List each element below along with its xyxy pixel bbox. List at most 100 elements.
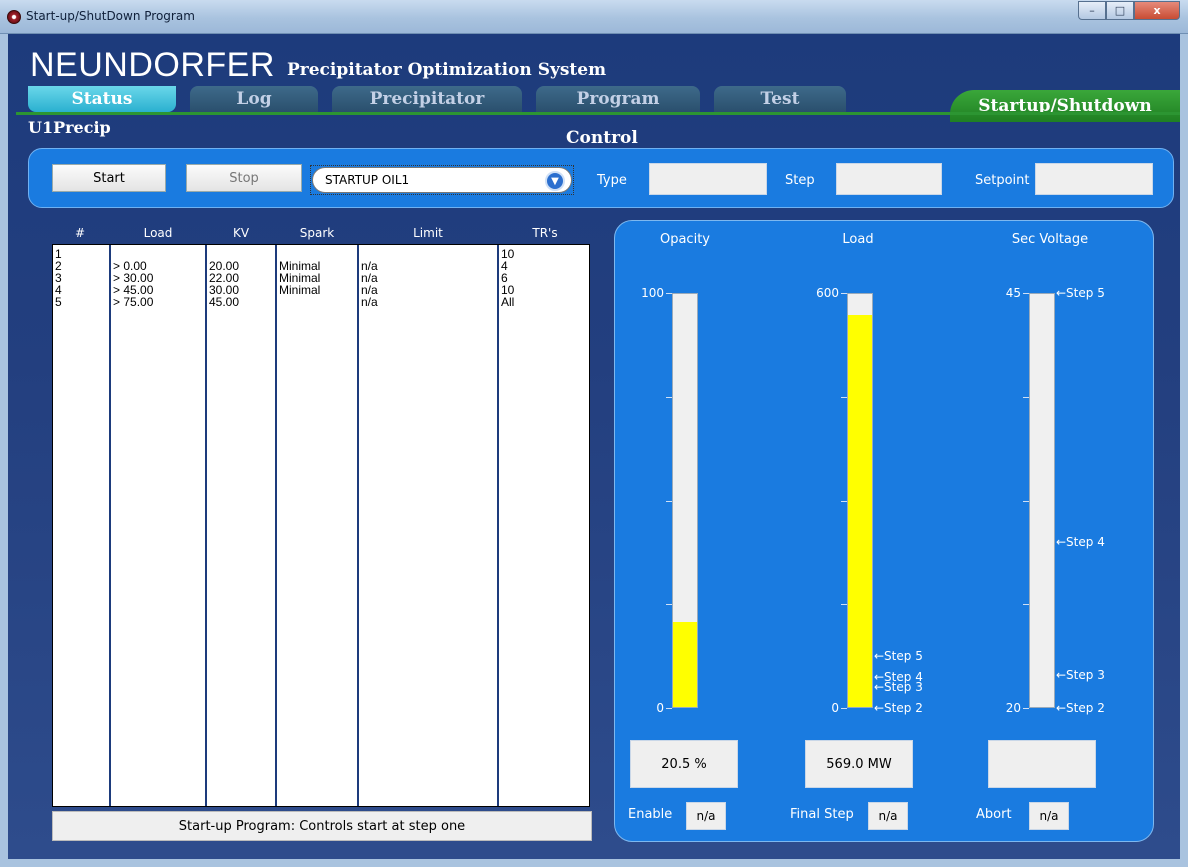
table-cell: 4 (55, 284, 62, 296)
table-cell (209, 248, 275, 260)
sec-voltage-readout (988, 740, 1096, 788)
sec-voltage-title: Sec Voltage (1011, 232, 1089, 247)
tab-program[interactable]: Program (536, 86, 700, 112)
minimize-icon[interactable]: – (1078, 1, 1106, 20)
gauge-tick (1023, 708, 1029, 709)
enable-label: Enable (628, 807, 673, 822)
abort-value: n/a (1029, 802, 1069, 830)
unit-name: U1Precip (28, 118, 111, 137)
load-title: Load (842, 232, 874, 247)
table-cell (361, 248, 497, 260)
opacity-title: Opacity (659, 232, 710, 247)
load-readout: 569.0 MW (805, 740, 913, 788)
brand-logo: NEUNDORFER (30, 46, 275, 84)
setpoint-label: Setpoint (975, 173, 1030, 188)
gauge-tick (841, 293, 847, 294)
tab-log[interactable]: Log (190, 86, 318, 112)
table-cell: 20.00 (209, 260, 240, 272)
table-cell: 5 (55, 296, 62, 308)
table-cell: n/a (361, 260, 378, 272)
load-fill (848, 315, 872, 707)
table-cell: Minimal (279, 260, 321, 272)
gauge-max-label: 100 (641, 286, 664, 300)
table-cell: > 0.00 (113, 260, 147, 272)
setpoint-field (1035, 163, 1153, 195)
step-field (836, 163, 942, 195)
gauge-tick (666, 500, 672, 502)
final-step-label: Final Step (790, 807, 854, 822)
enable-value: n/a (686, 802, 726, 830)
table-cell: Minimal (279, 272, 321, 284)
table-column-limit: n/a n/a n/a n/a (359, 245, 499, 806)
table-column-trs: 10 4 6 10 All (499, 245, 589, 806)
title-bar: Start-up/ShutDown Program – □ x (0, 0, 1188, 34)
gauge-tick (1023, 396, 1029, 398)
tab-status[interactable]: Status (28, 86, 176, 112)
table-cell: > 45.00 (113, 284, 154, 296)
step-marker: ←Step 5 (874, 649, 923, 664)
gauge-min-label: 20 (1005, 701, 1021, 715)
table-cell (279, 296, 357, 308)
table-cell: n/a (361, 296, 378, 308)
start-button[interactable]: Start (52, 164, 166, 192)
table-column-spark: Minimal Minimal Minimal (277, 245, 359, 806)
table-cell: 1 (55, 248, 62, 260)
tab-precipitator[interactable]: Precipitator (332, 86, 522, 112)
table-cell: 45.00 (209, 296, 240, 308)
tab-test[interactable]: Test (714, 86, 846, 112)
stop-button[interactable]: Stop (186, 164, 302, 192)
step-marker: ←Step 2 (1056, 701, 1105, 715)
opacity-bar (672, 293, 698, 708)
gauge-tick (1023, 293, 1029, 294)
tab-startup-shutdown[interactable]: Startup/Shutdown (950, 90, 1180, 122)
col-header-trs: TR's (532, 226, 558, 240)
opacity-readout: 20.5 % (630, 740, 738, 788)
type-label: Type (597, 173, 627, 188)
table-cell: 3 (55, 272, 62, 284)
step-marker: ←Step 3 (1056, 667, 1105, 682)
gauge-tick (666, 293, 672, 294)
gauge-tick (666, 708, 672, 709)
table-cell: Minimal (279, 284, 321, 296)
table-cell: 4 (501, 260, 508, 272)
window-controls: – □ x (1078, 1, 1180, 20)
control-heading: Control (566, 128, 638, 148)
program-select-value: STARTUP OIL1 (312, 167, 572, 193)
gauge-tick (841, 604, 847, 606)
table-cell: n/a (361, 284, 378, 296)
gauge-max-label: 600 (816, 286, 839, 300)
sec-voltage-bar (1029, 293, 1055, 708)
table-cell: > 30.00 (113, 272, 154, 284)
chevron-down-icon[interactable]: ▼ (545, 171, 565, 191)
table-column-load: > 0.00 > 30.00 > 45.00 > 75.00 (111, 245, 207, 806)
gauge-tick (1023, 604, 1029, 606)
table-cell (279, 248, 357, 260)
program-select[interactable]: STARTUP OIL1 ▼ (310, 165, 574, 195)
close-icon[interactable]: x (1134, 1, 1180, 20)
gauge-tick (841, 708, 847, 709)
step-table: # Load KV Spark Limit TR's 1 2 3 4 5 > 0.00 > … (50, 226, 592, 807)
step-marker: ←Step 4 (1056, 535, 1105, 549)
gauge-min-label: 0 (831, 701, 839, 715)
opacity-fill (673, 622, 697, 707)
gauge-tick (841, 500, 847, 502)
table-body[interactable]: 1 2 3 4 5 > 0.00 > 30.00 > 45.00 > 75.00 20.00 22.… (52, 244, 590, 807)
gauge-max-label: 45 (1005, 286, 1021, 300)
table-cell: > 75.00 (113, 296, 154, 308)
table-header: # Load KV Spark Limit TR's (50, 226, 592, 244)
step-marker: ←Step 3 (874, 680, 923, 695)
brand-subtitle: Precipitator Optimization System (287, 60, 607, 80)
maximize-icon[interactable]: □ (1106, 1, 1134, 20)
col-header-number: # (74, 226, 86, 240)
table-cell: 10 (501, 248, 515, 260)
step-marker: ←Step 5 (1056, 286, 1105, 300)
abort-label: Abort (976, 807, 1012, 822)
gauge-tick (841, 396, 847, 398)
table-cell: 6 (501, 272, 508, 284)
table-column-number: 12345 (53, 245, 111, 806)
load-bar (847, 293, 873, 708)
table-cell (113, 248, 205, 260)
gauge-tick (1023, 500, 1029, 502)
col-header-spark: Spark (299, 226, 335, 240)
final-step-value: n/a (868, 802, 908, 830)
